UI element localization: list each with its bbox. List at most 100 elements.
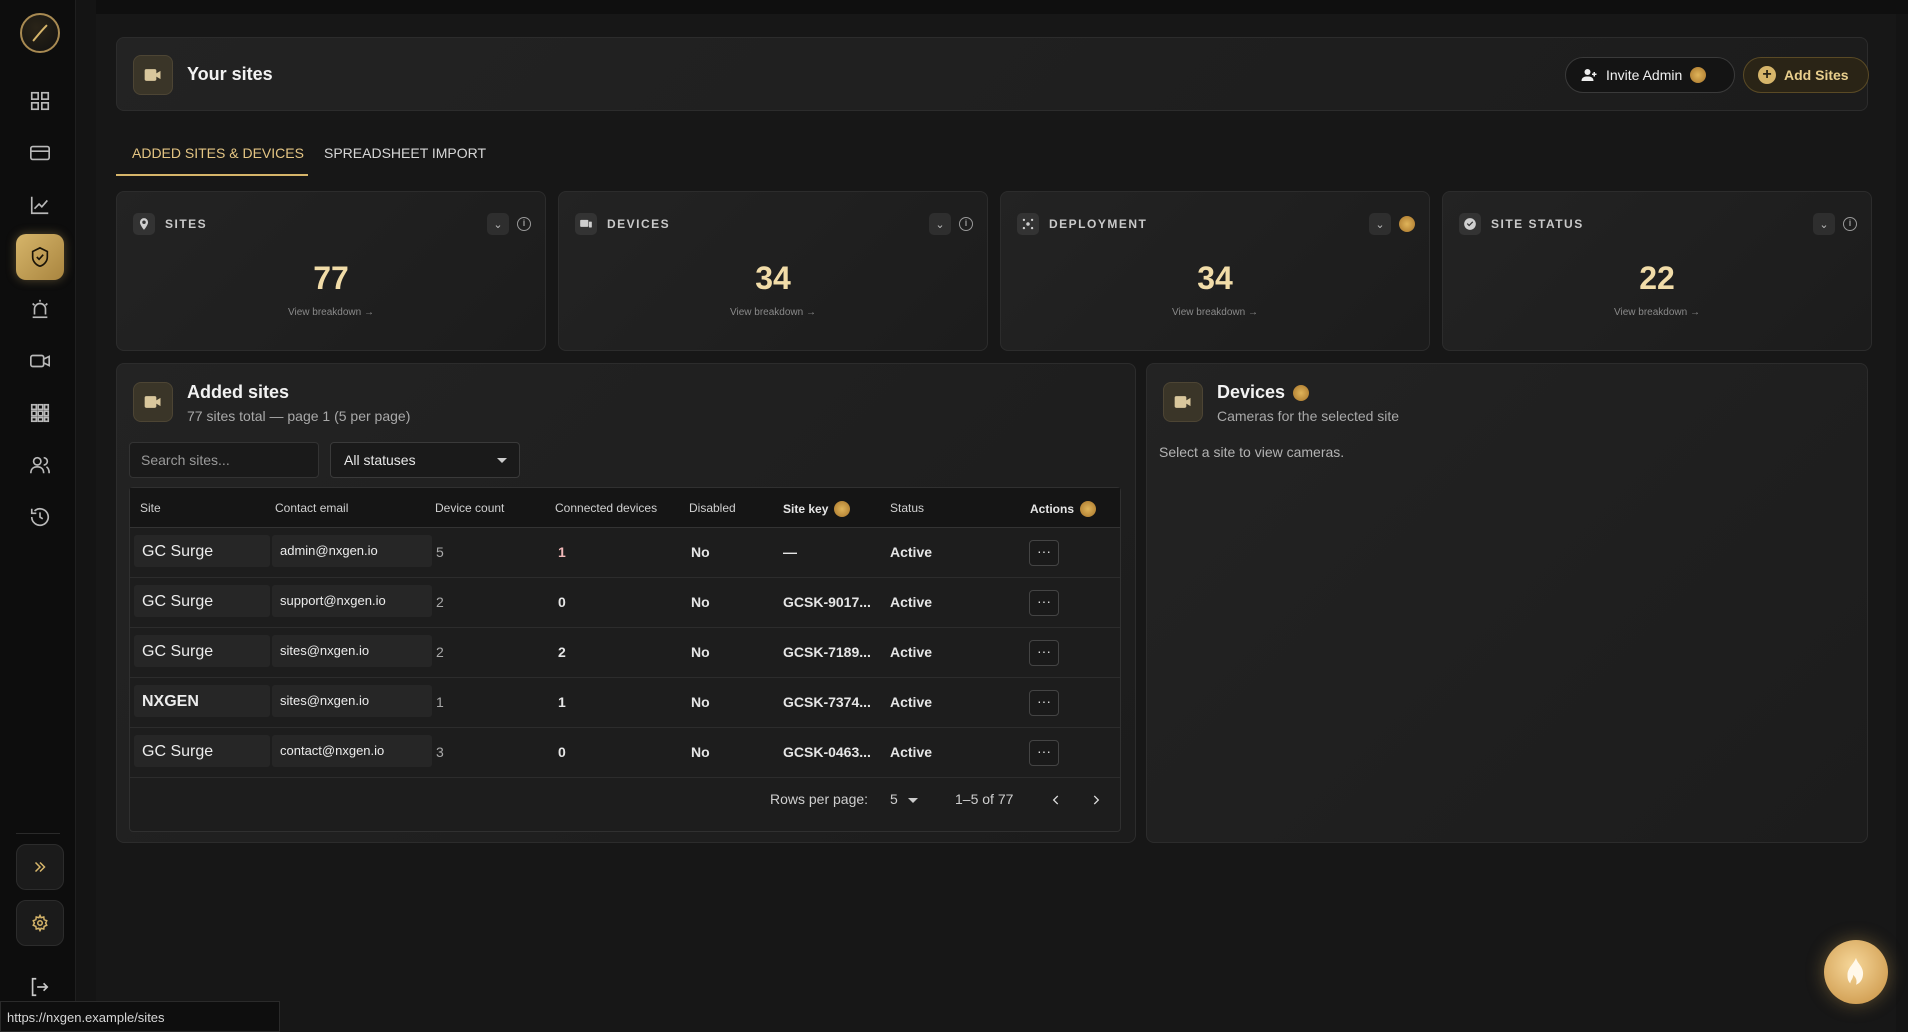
site-key-cell: GCSK-9017... xyxy=(783,594,871,610)
sidebar-item-sites[interactable] xyxy=(16,234,64,280)
sidebar xyxy=(0,0,76,1032)
chevron-right-icon xyxy=(1093,795,1100,805)
info-icon[interactable]: i xyxy=(517,217,531,231)
stat-label-sites: SITES xyxy=(133,213,207,235)
stat-card-devices: DEVICES ⌄ i 34 View breakdown → xyxy=(558,191,988,351)
previous-page-button[interactable] xyxy=(1044,788,1068,812)
gear-icon xyxy=(32,914,48,932)
sidebar-item-users[interactable] xyxy=(16,442,64,488)
rows-per-page-select[interactable]: 5 xyxy=(890,791,918,807)
logout-button[interactable] xyxy=(28,976,50,1003)
camera-icon xyxy=(1174,396,1191,408)
email-cell[interactable]: sites@nxgen.io xyxy=(272,635,432,667)
stat-label-text: SITES xyxy=(165,217,208,231)
tab-added-sites[interactable]: ADDED SITES & DEVICES xyxy=(116,136,308,176)
sidebar-item-billing[interactable] xyxy=(16,130,64,176)
column-header-email[interactable]: Contact email xyxy=(275,501,348,515)
connected-cell: 0 xyxy=(558,744,566,760)
row-actions-button[interactable]: ··· xyxy=(1029,640,1059,666)
disabled-cell: No xyxy=(691,594,710,610)
stat-label-site-status: SITE STATUS xyxy=(1459,213,1584,235)
premium-badge-icon xyxy=(834,501,851,517)
grid-icon xyxy=(30,403,50,423)
tab-spreadsheet-import[interactable]: SPREADSHEET IMPORT xyxy=(308,136,502,176)
devices-panel-icon xyxy=(1163,382,1203,422)
table-row[interactable]: GC Surge admin@nxgen.io 5 1 No — Active … xyxy=(130,528,1120,578)
card-icon xyxy=(30,145,50,161)
sidebar-item-history[interactable] xyxy=(16,494,64,540)
info-icon[interactable]: i xyxy=(959,217,973,231)
site-name-cell[interactable]: NXGEN xyxy=(134,685,270,717)
sidebar-item-grid[interactable] xyxy=(16,390,64,436)
site-name-cell[interactable]: GC Surge xyxy=(134,735,270,767)
info-icon[interactable]: i xyxy=(1843,217,1857,231)
dashboard-icon xyxy=(30,91,50,111)
site-key-cell: — xyxy=(783,544,797,560)
column-header-disabled[interactable]: Disabled xyxy=(689,501,736,515)
column-header-connected[interactable]: Connected devices xyxy=(555,501,657,515)
sidebar-item-dashboard[interactable] xyxy=(16,78,64,124)
table-row[interactable]: GC Surge contact@nxgen.io 3 0 No GCSK-04… xyxy=(130,728,1120,778)
expand-button[interactable]: ⌄ xyxy=(929,213,951,235)
app-logo[interactable] xyxy=(20,13,60,53)
view-breakdown-link[interactable]: View breakdown → xyxy=(559,307,987,318)
email-cell[interactable]: sites@nxgen.io xyxy=(272,685,432,717)
stat-label-text: SITE STATUS xyxy=(1491,217,1584,231)
email-cell[interactable]: admin@nxgen.io xyxy=(272,535,432,567)
added-sites-subtitle: 77 sites total — page 1 (5 per page) xyxy=(187,408,411,424)
column-header-site-key[interactable]: Site key xyxy=(783,501,851,517)
sidebar-divider xyxy=(16,833,60,834)
site-name-cell[interactable]: GC Surge xyxy=(134,585,270,617)
connected-cell: 1 xyxy=(558,544,566,560)
column-header-status[interactable]: Status xyxy=(890,501,924,515)
invite-admin-button[interactable]: Invite Admin xyxy=(1565,57,1735,93)
disabled-cell: No xyxy=(691,544,710,560)
expand-sidebar-button[interactable] xyxy=(16,844,64,890)
stat-controls: ⌄ i xyxy=(1813,213,1857,235)
view-breakdown-link[interactable]: View breakdown → xyxy=(1001,307,1429,318)
settings-button[interactable] xyxy=(16,900,64,946)
site-name-cell[interactable]: GC Surge xyxy=(134,535,270,567)
expand-button[interactable]: ⌄ xyxy=(487,213,509,235)
row-actions-button[interactable]: ··· xyxy=(1029,540,1059,566)
add-sites-button[interactable]: + Add Sites xyxy=(1743,57,1869,93)
site-name-cell[interactable]: GC Surge xyxy=(134,635,270,667)
row-actions-button[interactable]: ··· xyxy=(1029,690,1059,716)
sidebar-item-alarms[interactable] xyxy=(16,286,64,332)
column-header-device-count[interactable]: Device count xyxy=(435,501,504,515)
dropdown-caret-icon xyxy=(907,797,918,803)
column-header-site[interactable]: Site xyxy=(140,501,161,515)
logo-icon xyxy=(32,24,48,42)
email-cell[interactable]: contact@nxgen.io xyxy=(272,735,432,767)
email-cell[interactable]: support@nxgen.io xyxy=(272,585,432,617)
chart-icon xyxy=(30,196,49,215)
pin-icon xyxy=(133,213,155,235)
status-filter-select[interactable]: All statuses xyxy=(330,442,520,478)
device-count-cell: 2 xyxy=(436,644,444,660)
video-icon xyxy=(30,354,50,368)
double-chevron-right-icon xyxy=(34,861,46,873)
table-row[interactable]: NXGEN sites@nxgen.io 1 1 No GCSK-7374...… xyxy=(130,678,1120,728)
table-row[interactable]: GC Surge sites@nxgen.io 2 2 No GCSK-7189… xyxy=(130,628,1120,678)
view-breakdown-link[interactable]: View breakdown → xyxy=(1443,307,1871,318)
next-page-button[interactable] xyxy=(1084,788,1108,812)
table-row[interactable]: GC Surge support@nxgen.io 2 0 No GCSK-90… xyxy=(130,578,1120,628)
premium-badge-icon xyxy=(1399,216,1415,232)
sidebar-item-analytics[interactable] xyxy=(16,182,64,228)
check-circle-icon xyxy=(1459,213,1481,235)
stat-controls: ⌄ i xyxy=(929,213,973,235)
expand-button[interactable]: ⌄ xyxy=(1369,213,1391,235)
device-count-cell: 5 xyxy=(436,544,444,560)
assistant-fab-button[interactable] xyxy=(1824,940,1888,1004)
row-actions-button[interactable]: ··· xyxy=(1029,590,1059,616)
status-cell: Active xyxy=(890,644,933,660)
row-actions-button[interactable]: ··· xyxy=(1029,740,1059,766)
stat-card-deployment: DEPLOYMENT ⌄ 34 View breakdown → xyxy=(1000,191,1430,351)
expand-button[interactable]: ⌄ xyxy=(1813,213,1835,235)
view-breakdown-link[interactable]: View breakdown → xyxy=(117,307,545,318)
camera-icon xyxy=(144,396,161,408)
sidebar-item-cameras[interactable] xyxy=(16,338,64,384)
stat-card-site-status: SITE STATUS ⌄ i 22 View breakdown → xyxy=(1442,191,1872,351)
rows-per-page-value: 5 xyxy=(890,791,898,807)
search-sites-input[interactable] xyxy=(129,442,319,478)
